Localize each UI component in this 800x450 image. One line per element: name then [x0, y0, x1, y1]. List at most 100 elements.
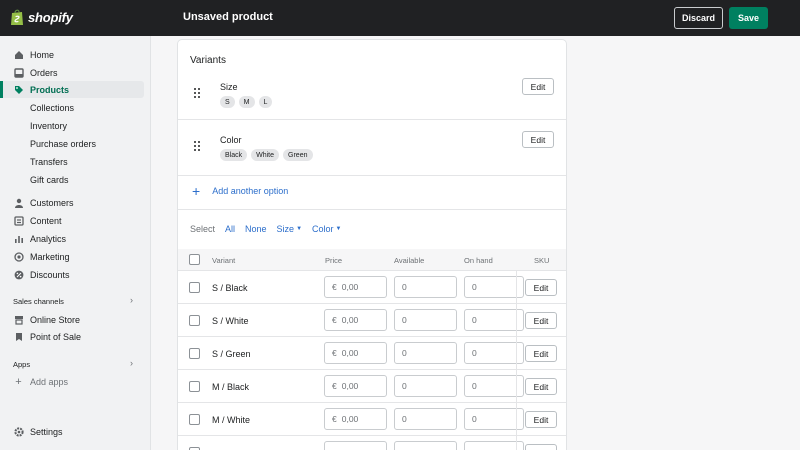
- on-hand-input[interactable]: 0: [464, 342, 524, 364]
- variants-table-header: Variant Price Available On hand SKU: [178, 249, 566, 271]
- sidebar-item-products[interactable]: Products: [0, 81, 144, 98]
- shopping-bag-icon: [11, 9, 23, 25]
- sidebar-item-label: Discounts: [30, 269, 70, 280]
- on-hand-input[interactable]: [464, 441, 524, 450]
- available-input[interactable]: 0: [394, 342, 457, 364]
- sidebar-item-content[interactable]: Content: [0, 212, 144, 229]
- variant-name: M / Black: [212, 382, 250, 392]
- variant-name: S / Black: [212, 283, 248, 293]
- add-apps-button[interactable]: + Add apps: [13, 376, 68, 388]
- select-color-label: Color: [312, 224, 334, 234]
- table-row: M / White €0,00 0 0 Edit: [178, 403, 566, 436]
- sidebar-subitem-collections[interactable]: Collections: [30, 103, 74, 113]
- drag-handle-icon[interactable]: [194, 141, 200, 151]
- sidebar-item-settings[interactable]: Settings: [0, 423, 144, 440]
- on-hand-input[interactable]: 0: [464, 408, 524, 430]
- select-label: Select: [190, 224, 216, 234]
- option-value-tag: M: [238, 96, 255, 108]
- edit-variant-button[interactable]: Edit: [525, 312, 557, 329]
- option-value-tag: L: [258, 96, 273, 108]
- on-hand-input[interactable]: 0: [464, 309, 524, 331]
- select-color-dropdown[interactable]: Color ▼: [312, 224, 341, 234]
- price-input[interactable]: €0,00: [324, 408, 387, 430]
- option-color: Color Black White Green Edit: [178, 120, 566, 176]
- edit-option-button[interactable]: Edit: [522, 131, 554, 148]
- edit-variant-button[interactable]: Edit: [525, 279, 557, 296]
- sidebar-item-customers[interactable]: Customers: [0, 194, 144, 211]
- card-title: Variants: [190, 55, 226, 66]
- store-icon: [13, 314, 24, 325]
- sidebar-subitem-inventory[interactable]: Inventory: [30, 121, 67, 131]
- sidebar-item-label: Analytics: [30, 233, 67, 244]
- sidebar-subitem-transfers[interactable]: Transfers: [30, 157, 68, 167]
- caret-down-icon: ▼: [335, 226, 342, 232]
- table-row: S / Black €0,00 0 0 Edit: [178, 271, 566, 304]
- select-none-link[interactable]: None: [245, 224, 267, 234]
- sidebar: Home Orders Products Collections Invento…: [0, 36, 151, 450]
- select-all-checkbox[interactable]: [189, 254, 200, 265]
- variants-card: Variants Size S M L Edit Color Black Whi…: [178, 40, 566, 450]
- edit-variant-button[interactable]: Edit: [525, 345, 557, 362]
- sidebar-item-home[interactable]: Home: [0, 46, 144, 63]
- sidebar-item-analytics[interactable]: Analytics: [0, 230, 144, 247]
- on-hand-input[interactable]: 0: [464, 276, 524, 298]
- row-checkbox[interactable]: [189, 381, 200, 392]
- edit-variant-button[interactable]: Edit: [525, 411, 557, 428]
- select-all-link[interactable]: All: [225, 224, 235, 234]
- sku-cell: [516, 436, 566, 450]
- row-checkbox[interactable]: [189, 282, 200, 293]
- price-input[interactable]: €0,00: [324, 276, 387, 298]
- sidebar-item-label: Home: [30, 49, 55, 60]
- price-input[interactable]: €0,00: [324, 309, 387, 331]
- price-input[interactable]: €0,00: [324, 375, 387, 397]
- table-row: [178, 436, 566, 450]
- available-input[interactable]: 0: [394, 408, 457, 430]
- on-hand-input[interactable]: 0: [464, 375, 524, 397]
- chevron-right-icon[interactable]: ›: [130, 295, 133, 305]
- home-icon: [13, 49, 24, 60]
- column-header-variant: Variant: [212, 256, 236, 265]
- edit-variant-button[interactable]: [525, 444, 557, 450]
- drag-handle-icon[interactable]: [194, 88, 200, 98]
- sidebar-item-label: Products: [30, 84, 70, 95]
- row-checkbox[interactable]: [189, 414, 200, 425]
- chevron-right-icon[interactable]: ›: [130, 358, 133, 368]
- content-icon: [13, 215, 24, 226]
- edit-variant-button[interactable]: Edit: [525, 378, 557, 395]
- sidebar-item-label: Orders: [30, 67, 58, 78]
- sidebar-item-discounts[interactable]: Discounts: [0, 266, 144, 283]
- sidebar-item-point-of-sale[interactable]: Point of Sale: [0, 328, 144, 345]
- discard-button[interactable]: Discard: [674, 7, 723, 29]
- column-header-available: Available: [394, 256, 425, 265]
- available-input[interactable]: 0: [394, 375, 457, 397]
- person-icon: [13, 197, 24, 208]
- sidebar-item-marketing[interactable]: Marketing: [0, 248, 144, 265]
- price-input[interactable]: €0,00: [324, 342, 387, 364]
- save-button[interactable]: Save: [729, 7, 768, 29]
- orders-icon: [13, 67, 24, 78]
- row-checkbox[interactable]: [189, 348, 200, 359]
- available-input[interactable]: 0: [394, 276, 457, 298]
- variant-name: M / White: [212, 415, 251, 425]
- sku-cell: Edit: [516, 304, 566, 337]
- sales-channels-label: Sales channels: [13, 297, 64, 306]
- available-input[interactable]: 0: [394, 309, 457, 331]
- plus-icon: +: [192, 183, 201, 199]
- price-input[interactable]: [324, 441, 387, 450]
- edit-option-button[interactable]: Edit: [522, 78, 554, 95]
- sidebar-item-orders[interactable]: Orders: [0, 64, 144, 81]
- sidebar-subitem-gift-cards[interactable]: Gift cards: [30, 175, 69, 185]
- sidebar-subitem-purchase-orders[interactable]: Purchase orders: [30, 139, 96, 149]
- option-values: S M L: [220, 96, 273, 108]
- available-input[interactable]: [394, 441, 457, 450]
- column-header-sku: SKU: [534, 256, 550, 265]
- select-size-dropdown[interactable]: Size ▼: [277, 224, 302, 234]
- caret-down-icon: ▼: [296, 226, 303, 232]
- row-checkbox[interactable]: [189, 315, 200, 326]
- sidebar-item-online-store[interactable]: Online Store: [0, 311, 144, 328]
- sidebar-item-label: Online Store: [30, 314, 81, 325]
- pos-icon: [13, 331, 24, 342]
- option-value-tag: S: [220, 96, 235, 108]
- add-another-option-button[interactable]: + Add another option: [192, 184, 288, 198]
- shopify-logo[interactable]: shopify: [10, 8, 73, 26]
